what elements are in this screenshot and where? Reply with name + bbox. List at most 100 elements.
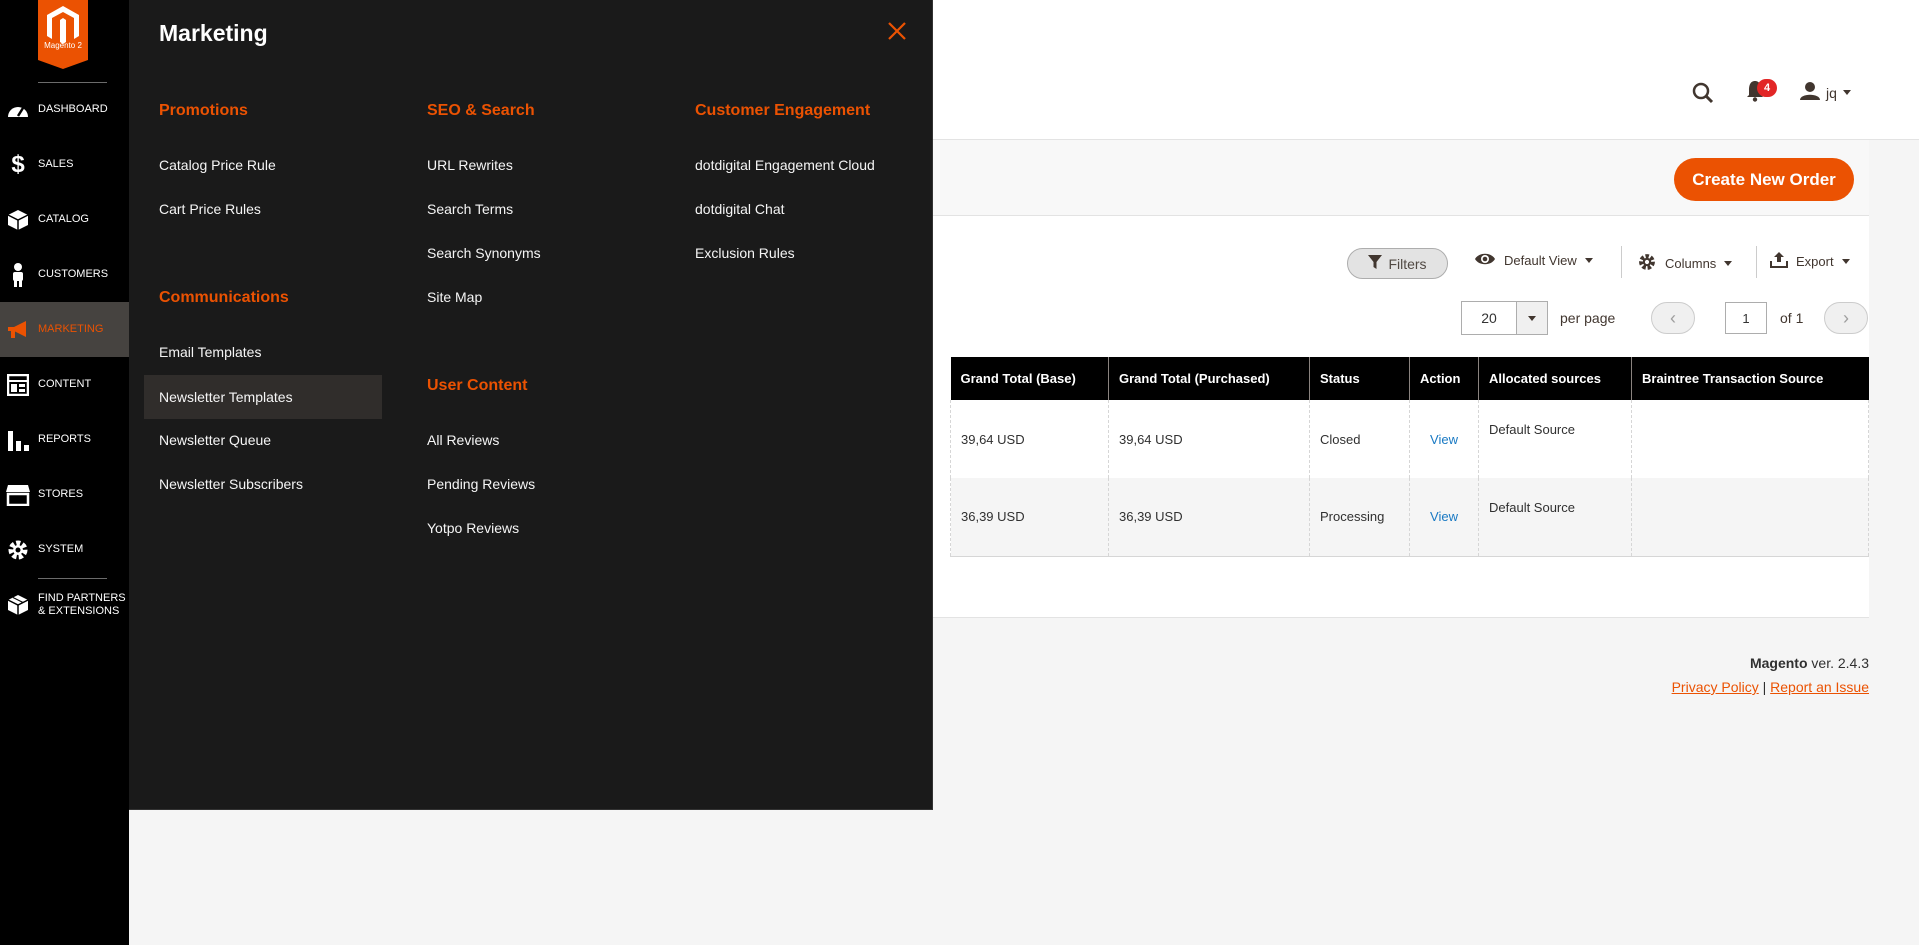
nav-item-content[interactable]: CONTENT	[0, 357, 129, 412]
menu-item-yotpo-reviews[interactable]: Yotpo Reviews	[427, 506, 519, 550]
report-issue-link[interactable]: Report an Issue	[1770, 679, 1869, 695]
user-icon	[1800, 82, 1820, 103]
chevron-left-icon: ‹	[1670, 307, 1676, 328]
nav-item-stores[interactable]: STORES	[0, 467, 129, 522]
allocated-sources: Default Source	[1478, 400, 1632, 478]
default-view-dropdown[interactable]: Default View	[1474, 252, 1593, 269]
layout-icon	[5, 372, 31, 398]
braintree-source	[1631, 400, 1869, 478]
menu-item-newsletter-subscribers[interactable]: Newsletter Subscribers	[159, 462, 303, 506]
nav-label: FIND PARTNERS & EXTENSIONS	[38, 592, 126, 618]
next-page-button[interactable]: ›	[1824, 302, 1868, 334]
nav-item-dashboard[interactable]: DASHBOARD	[0, 82, 129, 137]
nav-item-catalog[interactable]: CATALOG	[0, 192, 129, 247]
page-total: of 1	[1780, 310, 1804, 326]
nav-label: REPORTS	[38, 433, 91, 445]
nav-label: SYSTEM	[38, 543, 84, 555]
menu-item-search-terms[interactable]: Search Terms	[427, 187, 513, 231]
nav-item-sales[interactable]: $ SALES	[0, 137, 129, 192]
grand-total-purchased: 36,39 USD	[1108, 478, 1310, 557]
group-title-seo-search: SEO & Search	[427, 102, 535, 119]
filters-button[interactable]: Filters	[1347, 248, 1448, 279]
chevron-down-icon[interactable]	[1516, 302, 1547, 334]
box-icon	[5, 207, 31, 233]
nav-item-find-partners[interactable]: FIND PARTNERS & EXTENSIONS	[0, 579, 129, 631]
admin-sidebar: Magento 2 DASHBOARD $ SALES CATALOG CUST…	[0, 0, 129, 945]
filters-label: Filters	[1388, 255, 1427, 272]
braintree-source	[1631, 478, 1869, 557]
menu-item-all-reviews[interactable]: All Reviews	[427, 418, 499, 462]
close-icon[interactable]	[886, 20, 908, 42]
menu-item-email-templates[interactable]: Email Templates	[159, 330, 261, 374]
columns-dropdown[interactable]: Columns	[1637, 252, 1733, 275]
flyout-title: Marketing	[159, 20, 268, 46]
nav-item-system[interactable]: SYSTEM	[0, 522, 129, 577]
group-title-customer-engagement: Customer Engagement	[695, 102, 871, 119]
menu-item-search-synonyms[interactable]: Search Synonyms	[427, 231, 541, 275]
toolbar-divider	[1756, 246, 1757, 278]
view-link[interactable]: View	[1409, 478, 1479, 557]
menu-item-pending-reviews[interactable]: Pending Reviews	[427, 462, 535, 506]
menu-item-site-map[interactable]: Site Map	[427, 275, 482, 319]
nav-label: MARKETING	[38, 323, 104, 335]
menu-item-newsletter-queue[interactable]: Newsletter Queue	[159, 418, 271, 462]
product-name: Magento	[1749, 655, 1808, 671]
privacy-policy-link[interactable]: Privacy Policy	[1672, 679, 1759, 695]
export-icon	[1770, 252, 1788, 271]
megaphone-icon	[5, 317, 31, 343]
eye-icon	[1474, 252, 1496, 269]
column-header: Braintree Transaction Source	[1631, 357, 1869, 400]
page-number-input[interactable]: 1	[1725, 302, 1767, 334]
nav-item-reports[interactable]: REPORTS	[0, 412, 129, 467]
menu-item-cart-price-rules[interactable]: Cart Price Rules	[159, 187, 261, 231]
order-status: Closed	[1309, 400, 1410, 478]
cubes-icon	[5, 592, 31, 618]
export-label: Export	[1796, 254, 1834, 269]
gear-icon	[5, 537, 31, 563]
nav-label-line: & EXTENSIONS	[38, 605, 120, 617]
view-link[interactable]: View	[1409, 400, 1479, 478]
per-page-select[interactable]: 20	[1461, 301, 1548, 335]
group-title-communications: Communications	[159, 289, 289, 306]
export-dropdown[interactable]: Export	[1770, 252, 1850, 271]
nav-label: SALES	[38, 158, 74, 170]
group-title-user-content: User Content	[427, 377, 528, 394]
column-header: Action	[1409, 357, 1479, 400]
chevron-down-icon	[1842, 90, 1851, 95]
nav-item-marketing[interactable]: MARKETING	[0, 302, 129, 357]
column-header[interactable]: Grand Total (Base)	[950, 357, 1109, 400]
column-header[interactable]: Grand Total (Purchased)	[1108, 357, 1310, 400]
nav-label: CONTENT	[38, 378, 92, 390]
chevron-down-icon	[1584, 258, 1593, 263]
search-icon[interactable]	[1692, 82, 1714, 104]
chevron-down-icon	[1724, 261, 1733, 266]
menu-item-newsletter-templates[interactable]: Newsletter Templates	[144, 375, 382, 419]
nav-label: CATALOG	[38, 213, 89, 225]
column-header[interactable]: Status	[1309, 357, 1410, 400]
nav-item-customers[interactable]: CUSTOMERS	[0, 247, 129, 302]
menu-item-dotdigital-chat[interactable]: dotdigital Chat	[695, 187, 785, 231]
allocated-sources: Default Source	[1478, 478, 1632, 557]
create-new-order-button[interactable]: Create New Order	[1674, 158, 1854, 201]
magento-logo[interactable]: Magento 2	[38, 0, 88, 69]
per-page-value: 20	[1481, 310, 1497, 326]
user-menu[interactable]: jq	[1800, 82, 1851, 103]
notification-badge[interactable]: 4	[1757, 79, 1777, 97]
funnel-icon	[1368, 255, 1383, 272]
menu-item-dotdigital-engagement-cloud[interactable]: dotdigital Engagement Cloud	[695, 143, 875, 187]
menu-item-catalog-price-rule[interactable]: Catalog Price Rule	[159, 143, 276, 187]
previous-page-button[interactable]: ‹	[1651, 302, 1695, 334]
bar-chart-icon	[5, 427, 31, 453]
version-text: ver. 2.4.3	[1807, 655, 1869, 671]
nav-label-line: FIND PARTNERS	[38, 592, 126, 604]
menu-item-exclusion-rules[interactable]: Exclusion Rules	[695, 231, 795, 275]
menu-item-url-rewrites[interactable]: URL Rewrites	[427, 143, 513, 187]
nav-label: DASHBOARD	[38, 103, 108, 115]
table-row[interactable]: 39,64 USD 39,64 USD Closed View Default …	[950, 400, 1869, 478]
columns-label: Columns	[1665, 256, 1717, 271]
table-row[interactable]: 36,39 USD 36,39 USD Processing View Defa…	[950, 478, 1869, 557]
footer-version: Magento ver. 2.4.3	[1750, 655, 1869, 671]
orders-grid: Grand Total (Base) Grand Total (Purchase…	[950, 357, 1869, 557]
person-icon	[5, 262, 31, 288]
group-title-promotions: Promotions	[159, 102, 248, 119]
